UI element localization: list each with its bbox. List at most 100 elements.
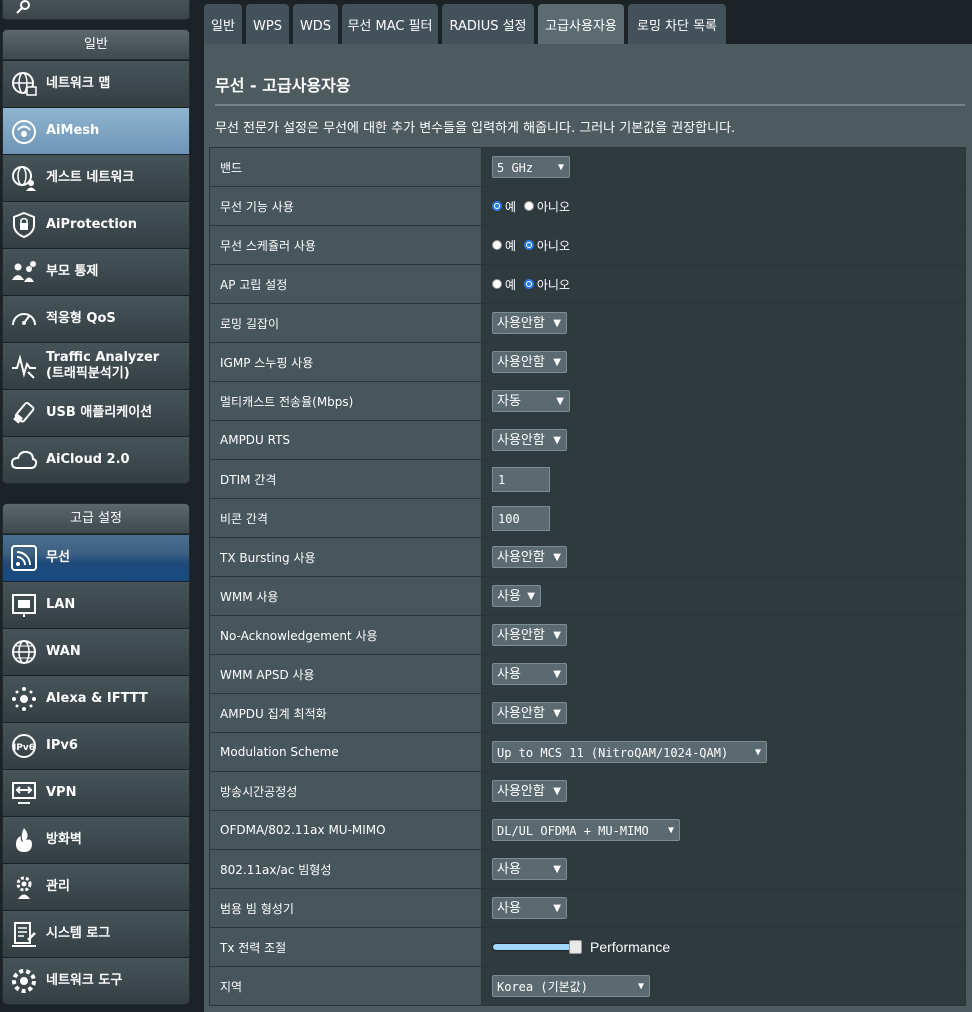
tx-bursting-select[interactable]: 사용안함 ▼	[492, 546, 567, 568]
tab-mac-filter[interactable]: 무선 MAC 필터	[342, 4, 438, 44]
sidebar-item-label: VPN	[46, 785, 77, 800]
ampdu-rts-select[interactable]: 사용안함 ▼	[492, 429, 567, 451]
sidebar-item-alexa-ifttt[interactable]: Alexa & IFTTT	[3, 675, 189, 722]
search-button[interactable]	[2, 0, 190, 20]
radio-no[interactable]	[523, 279, 534, 289]
sidebar-item-administration[interactable]: 관리	[3, 863, 189, 910]
cloud-icon	[9, 445, 39, 475]
radio-yes[interactable]	[492, 201, 502, 211]
radio-yes[interactable]	[492, 279, 502, 289]
tab-radius[interactable]: RADIUS 설정	[442, 4, 534, 44]
modulation-scheme-select[interactable]: Up to MCS 11 (NitroQAM/1024-QAM) ▼	[492, 741, 767, 763]
sidebar-item-lan[interactable]: LAN	[3, 581, 189, 628]
ofdma-mumimo-select[interactable]: DL/UL OFDMA + MU-MIMO ▼	[492, 819, 680, 841]
table-row: 802.11ax/ac 빔형성 사용 ▼	[209, 849, 966, 889]
sidebar-item-system-log[interactable]: 시스템 로그	[3, 910, 189, 957]
setting-label: 밴드	[209, 147, 482, 187]
sidebar-item-network-tools[interactable]: 네트워크 도구	[3, 957, 189, 1004]
chevron-down-icon: ▼	[553, 903, 561, 914]
setting-label: Tx 전력 조절	[209, 927, 482, 967]
ipv6-icon: IPv6	[9, 731, 39, 761]
chevron-down-icon: ▼	[553, 318, 561, 329]
sidebar-item-label: AiMesh	[46, 123, 100, 138]
table-row: 방송시간공정성 사용안함 ▼	[209, 771, 966, 811]
sidebar-item-wireless[interactable]: 무선	[3, 534, 189, 581]
lan-icon	[9, 590, 39, 620]
universal-beamforming-select[interactable]: 사용 ▼	[492, 897, 567, 919]
region-select[interactable]: Korea (기본값) ▼	[492, 975, 650, 997]
slider-handle[interactable]	[569, 940, 582, 954]
table-row: 무선 스케쥴러 사용 예 아니오	[209, 225, 966, 265]
chevron-down-icon: ▼	[553, 708, 561, 719]
setting-label: 802.11ax/ac 빔형성	[209, 849, 482, 889]
sidebar-item-traffic-analyzer[interactable]: Traffic Analyzer (트래픽분석기)	[3, 342, 189, 389]
setting-label: WMM APSD 사용	[209, 654, 482, 694]
chevron-down-icon: ▼	[553, 630, 561, 641]
sidebar-item-wan[interactable]: WAN	[3, 628, 189, 675]
globe-icon	[9, 637, 39, 667]
sidebar-item-adaptive-qos[interactable]: 적응형 QoS	[3, 295, 189, 342]
no-ack-select[interactable]: 사용안함 ▼	[492, 624, 567, 646]
chevron-down-icon: ▼	[553, 786, 561, 797]
setting-label: AP 고립 설정	[209, 264, 482, 304]
aimesh-icon	[9, 116, 39, 146]
system-log-icon	[9, 919, 39, 949]
sidebar-item-firewall[interactable]: 방화벽	[3, 816, 189, 863]
table-row: 로밍 길잡이 사용안함 ▼	[209, 303, 966, 343]
lock-icon	[9, 210, 39, 240]
sidebar-item-label: IPv6	[46, 738, 78, 753]
table-row: TX Bursting 사용 사용안함 ▼	[209, 537, 966, 577]
tab-wds[interactable]: WDS	[293, 4, 338, 44]
sidebar-item-label: 시스템 로그	[46, 926, 111, 941]
sidebar-item-parental-control[interactable]: 부모 통제	[3, 248, 189, 295]
radio-yes-label: 예	[505, 238, 517, 253]
setting-label: WMM 사용	[209, 576, 482, 616]
sidebar-item-label: Alexa & IFTTT	[46, 691, 148, 706]
table-row: 밴드 5 GHz ▼	[209, 147, 966, 187]
sidebar-item-aiprotection[interactable]: AiProtection	[3, 201, 189, 248]
sidebar-item-ipv6[interactable]: IPv6 IPv6	[3, 722, 189, 769]
table-row: AMPDU 집계 최적화 사용안함 ▼	[209, 693, 966, 733]
setting-label: TX Bursting 사용	[209, 537, 482, 577]
igmp-snooping-select[interactable]: 사용안함 ▼	[492, 351, 567, 373]
airtime-fairness-select[interactable]: 사용안함 ▼	[492, 780, 567, 802]
radio-no[interactable]	[523, 201, 534, 211]
sidebar-item-guest-network[interactable]: 게스트 네트워크	[3, 154, 189, 201]
settings-table: 밴드 5 GHz ▼ 무선 기능 사용 예 아니오 무선 스케쥴러 사용 예 아니…	[209, 147, 966, 1006]
band-select[interactable]: 5 GHz ▼	[492, 156, 570, 178]
sidebar-item-vpn[interactable]: VPN	[3, 769, 189, 816]
radio-yes-label: 예	[505, 277, 517, 292]
roaming-assistant-select[interactable]: 사용안함 ▼	[492, 312, 567, 334]
wmm-apsd-select[interactable]: 사용 ▼	[492, 663, 567, 685]
sidebar-item-label: USB 애플리케이션	[46, 405, 153, 420]
sidebar-item-aimesh[interactable]: AiMesh	[3, 107, 189, 154]
title-divider	[215, 104, 965, 106]
sidebar-item-label: 게스트 네트워크	[46, 170, 135, 185]
radio-yes[interactable]	[492, 240, 502, 250]
tab-general[interactable]: 일반	[204, 4, 242, 44]
beamforming-select[interactable]: 사용 ▼	[492, 858, 567, 880]
tab-professional[interactable]: 고급사용자용	[538, 4, 624, 44]
multicast-rate-select[interactable]: 자동 ▼	[492, 390, 570, 412]
usb-icon	[9, 398, 39, 428]
page-title: 무선 - 고급사용자용	[215, 76, 351, 95]
sidebar-item-label: AiCloud 2.0	[46, 452, 130, 467]
guest-network-icon	[9, 163, 39, 193]
radio-no[interactable]	[523, 240, 534, 250]
table-row: 무선 기능 사용 예 아니오	[209, 186, 966, 226]
tx-power-slider[interactable]	[492, 940, 582, 954]
tab-roaming-block-list[interactable]: 로밍 차단 목록	[628, 4, 726, 44]
dtim-interval-input[interactable]: 1	[492, 466, 550, 492]
tab-wps[interactable]: WPS	[246, 4, 289, 44]
sidebar-item-aicloud[interactable]: AiCloud 2.0	[3, 436, 189, 483]
chevron-down-icon: ▼	[527, 591, 535, 602]
ampdu-aggregation-select[interactable]: 사용안함 ▼	[492, 702, 567, 724]
sidebar-item-network-map[interactable]: 네트워크 맵	[3, 60, 189, 107]
sidebar-item-usb-application[interactable]: USB 애플리케이션	[3, 389, 189, 436]
table-row: 지역 Korea (기본값) ▼	[209, 966, 966, 1006]
setting-label: 로밍 길잡이	[209, 303, 482, 343]
wmm-select[interactable]: 사용 ▼	[492, 585, 541, 607]
table-row: 비콘 간격 100	[209, 498, 966, 538]
beacon-interval-input[interactable]: 100	[492, 505, 550, 531]
network-tools-icon	[9, 966, 39, 996]
